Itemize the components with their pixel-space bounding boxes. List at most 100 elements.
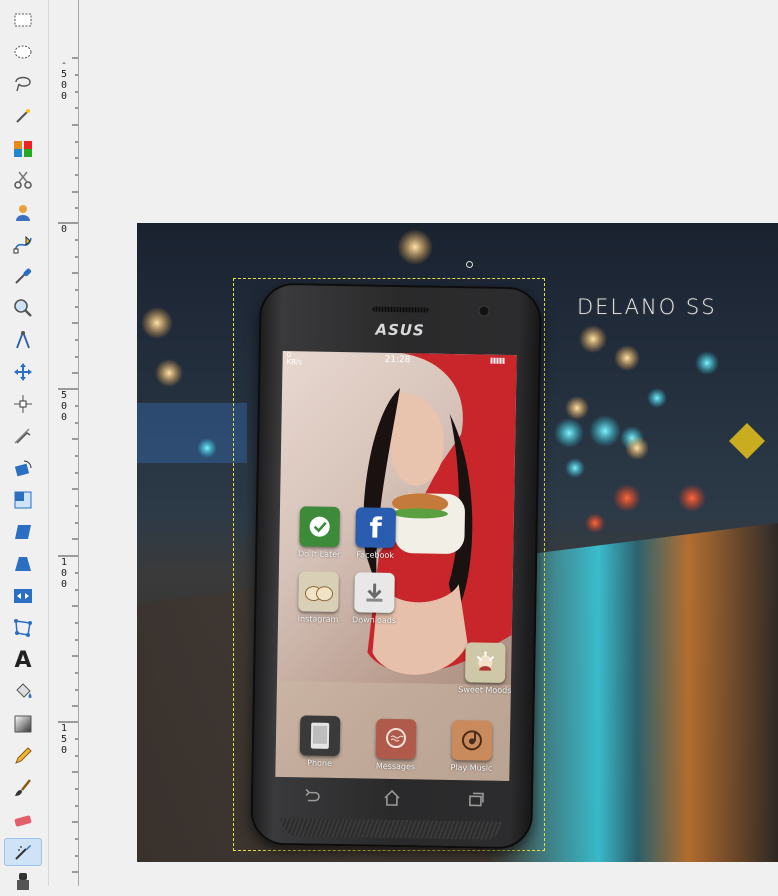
ink-tool[interactable] (4, 868, 42, 896)
instagram-icon (298, 571, 339, 612)
phone-screen: 0 KB/s 21:28 Do It Later f Facebook (275, 351, 516, 781)
color-select-icon (12, 137, 34, 159)
app-label: Instagram (288, 614, 348, 624)
cage-icon (12, 617, 34, 639)
ruler-label: 5 0 0 (60, 390, 68, 423)
app-instagram[interactable]: Instagram (288, 571, 349, 624)
downloads-icon (354, 572, 395, 613)
measure-tool[interactable] (4, 326, 42, 354)
app-do-it-later[interactable]: Do It Later (289, 506, 350, 559)
paths-icon (12, 233, 34, 255)
ink-icon (12, 871, 34, 893)
back-icon[interactable] (303, 787, 321, 805)
ruler-label: 1 0 0 (60, 557, 68, 590)
facebook-icon: f (355, 507, 396, 548)
sweet-moods-icon (465, 642, 506, 683)
paintbrush-icon (12, 777, 34, 799)
scissors-select-tool[interactable] (4, 166, 42, 194)
blend-tool[interactable] (4, 710, 42, 738)
text-icon: A (14, 648, 31, 673)
app-facebook[interactable]: f Facebook (345, 507, 406, 560)
crop-tool[interactable] (4, 422, 42, 450)
fuzzy-select-tool[interactable] (4, 102, 42, 130)
select-by-color-tool[interactable] (4, 134, 42, 162)
scale-icon (12, 489, 34, 511)
crop-icon (12, 425, 34, 447)
airbrush-icon (12, 841, 34, 863)
scale-tool[interactable] (4, 486, 42, 514)
magic-wand-icon (12, 105, 34, 127)
zoom-tool[interactable] (4, 294, 42, 322)
shear-tool[interactable] (4, 518, 42, 546)
messages-icon (376, 719, 417, 760)
ruler-label: - 5 0 0 (60, 58, 68, 102)
color-picker-tool[interactable] (4, 262, 42, 290)
alignment-tool[interactable] (4, 390, 42, 418)
front-camera (479, 306, 488, 315)
airbrush-tool[interactable] (4, 838, 42, 866)
ellipse-select-tool[interactable] (4, 38, 42, 66)
pencil-icon (12, 745, 34, 767)
signal-icon (491, 358, 505, 364)
home-icon[interactable] (383, 789, 401, 807)
app-downloads[interactable]: Downloads (344, 572, 405, 625)
ruler-label: 1 5 0 (60, 723, 68, 756)
rotate-icon (12, 457, 34, 479)
pencil-tool[interactable] (4, 742, 42, 770)
flip-tool[interactable] (4, 582, 42, 610)
bucket-fill-tool[interactable] (4, 678, 42, 706)
eraser-tool[interactable] (4, 806, 42, 834)
eraser-icon (12, 809, 34, 831)
perspective-tool[interactable] (4, 550, 42, 578)
phone-icon (300, 715, 341, 756)
move-tool[interactable] (4, 358, 42, 386)
app-label: Phone (289, 758, 349, 768)
app-messages[interactable]: Messages (365, 719, 426, 772)
ellipse-select-icon (12, 41, 34, 63)
nav-bar (275, 783, 509, 815)
app-phone[interactable]: Phone (289, 715, 350, 768)
gradient-icon (12, 713, 34, 735)
app-label: Downloads (344, 615, 404, 625)
foreground-select-tool[interactable] (4, 198, 42, 226)
earpiece-speaker (372, 307, 428, 313)
app-label: Messages (365, 761, 425, 771)
recents-icon[interactable] (467, 790, 485, 808)
rect-select-tool[interactable] (4, 6, 42, 34)
ruler-label: 0 (60, 224, 68, 235)
image-canvas[interactable]: DELANO SS ASUS 0 KB/s 21:28 (137, 223, 778, 862)
play-music-icon (452, 720, 493, 761)
app-label: Play Music (441, 763, 501, 773)
compass-icon (12, 329, 34, 351)
phone-chin (280, 818, 502, 840)
brand-text: DELANO SS (577, 295, 717, 319)
free-select-tool[interactable] (4, 70, 42, 98)
text-tool[interactable]: A (4, 646, 42, 674)
perspective-icon (12, 553, 34, 575)
move-icon (12, 361, 34, 383)
paths-tool[interactable] (4, 230, 42, 258)
cage-transform-tool[interactable] (4, 614, 42, 642)
lasso-icon (12, 73, 34, 95)
toolbox: A (0, 0, 49, 886)
eyedropper-icon (12, 265, 34, 287)
do-it-later-icon (299, 506, 340, 547)
flip-icon (12, 585, 34, 607)
app-label: Sweet Moods (455, 685, 515, 695)
app-play-music[interactable]: Play Music (441, 720, 502, 773)
bucket-icon (12, 681, 34, 703)
app-label: Facebook (345, 550, 405, 560)
app-sweet-moods[interactable]: Sweet Moods (455, 642, 516, 695)
paintbrush-tool[interactable] (4, 774, 42, 802)
foreground-select-icon (12, 201, 34, 223)
status-time: 21:28 (385, 355, 411, 365)
align-icon (12, 393, 34, 415)
shear-icon (12, 521, 34, 543)
vertical-ruler[interactable]: - 5 0 0 0 5 0 0 1 0 0 1 5 0 (58, 0, 79, 886)
rect-select-icon (12, 9, 34, 31)
rotate-tool[interactable] (4, 454, 42, 482)
scissors-icon (12, 169, 34, 191)
magnifier-icon (12, 297, 34, 319)
selection-handle[interactable] (466, 261, 473, 268)
app-label: Do It Later (289, 549, 349, 559)
